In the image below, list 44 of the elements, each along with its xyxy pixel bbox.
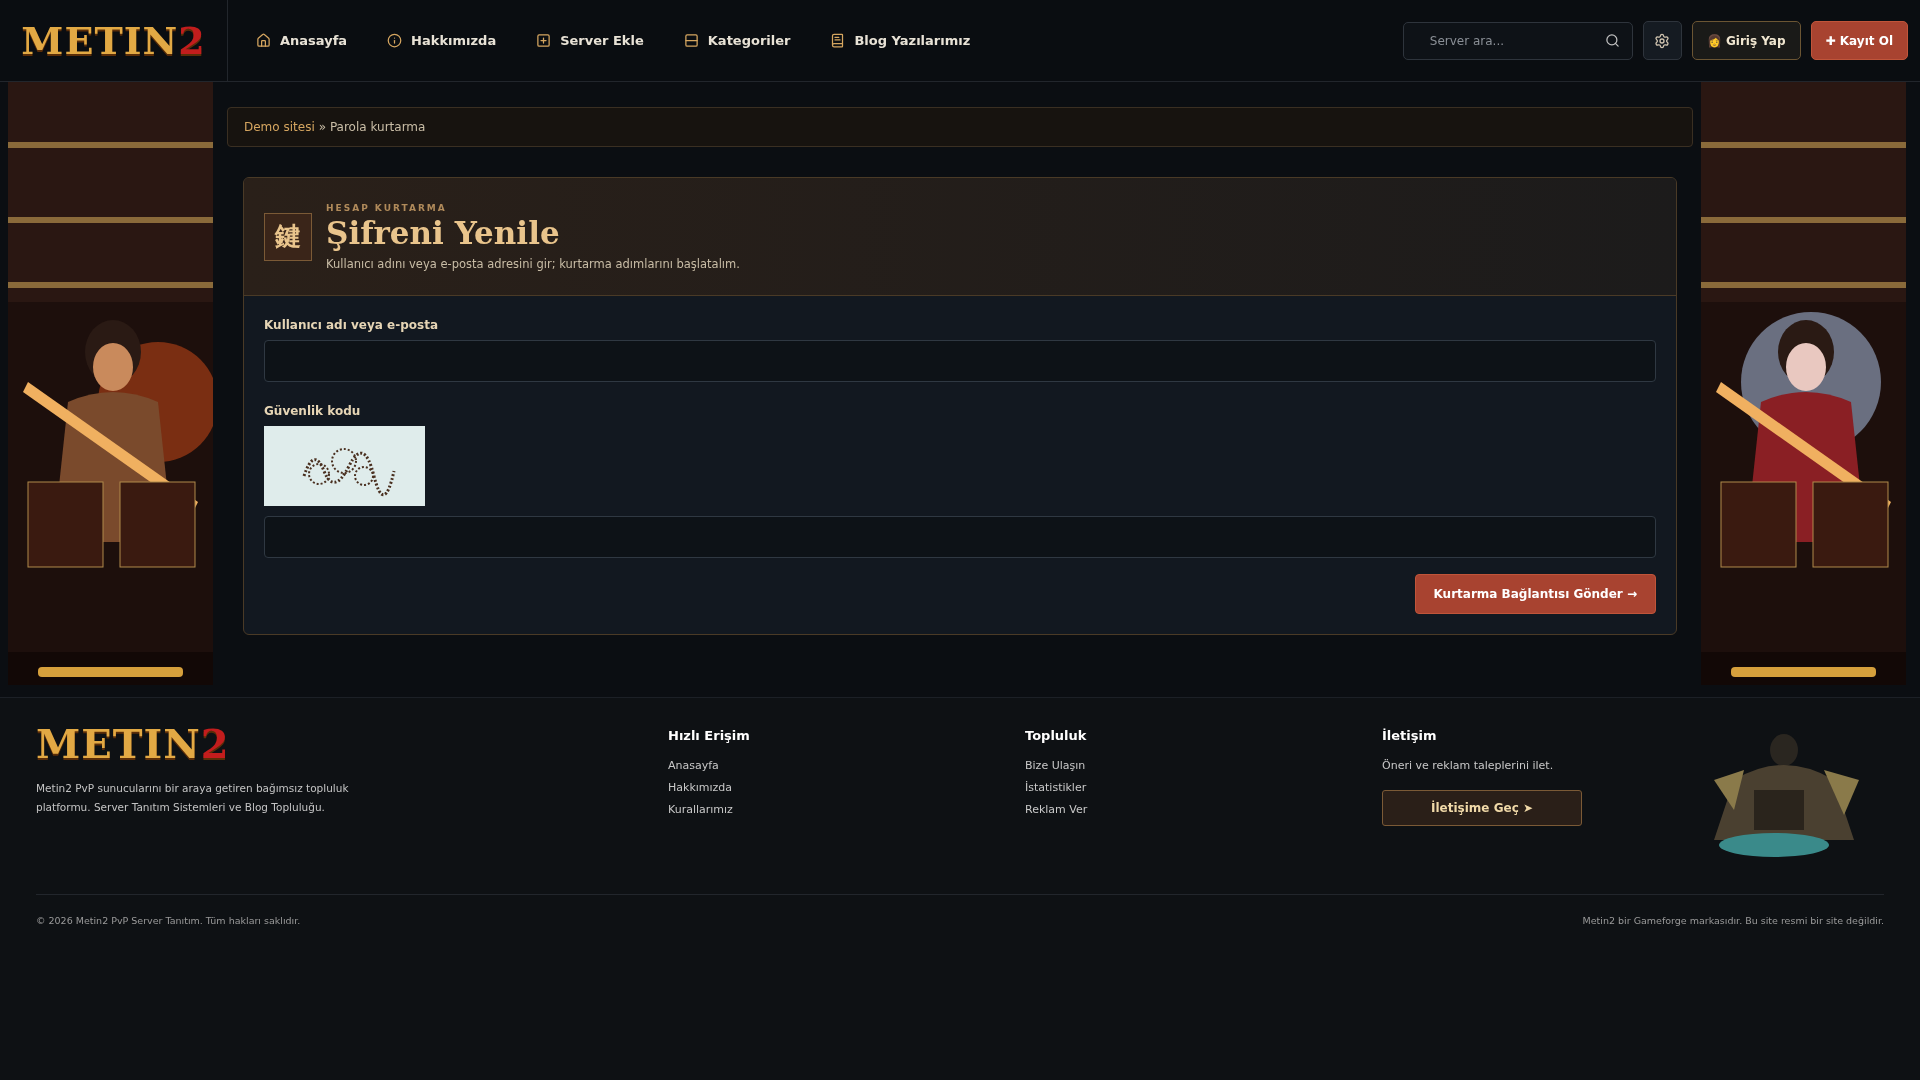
footer-heading: Topluluk: [1025, 728, 1088, 743]
footer-heading: Hızlı Erişim: [668, 728, 751, 743]
page-subtitle: Kullanıcı adını veya e-posta adresini gir; kurtarma adımlarını başlatalım.: [326, 256, 740, 271]
input-field[interactable]: [264, 516, 1656, 558]
home-icon: [256, 33, 271, 48]
nav-link[interactable]: Server Ekle: [536, 33, 644, 48]
contact-text: Öneri ve reklam taleplerini ilet.: [1382, 759, 1555, 772]
search-field[interactable]: Server ara...: [1402, 21, 1633, 60]
nav-link[interactable]: Anasayfa: [256, 33, 348, 48]
settings-button[interactable]: [1642, 21, 1682, 60]
nav-link[interactable]: Blog Yazılarımız: [830, 33, 971, 48]
field-label: Kullanıcı adı veya e-posta: [264, 318, 439, 332]
field-label: Güvenlik kodu: [264, 404, 362, 418]
info-icon: [387, 33, 403, 48]
disclaimer-text: Metin2 bir Gameforge markasıdır. Bu site resmi bir site değildir.: [1582, 915, 1884, 926]
eyebrow-label: HESAP KURTARMA: [326, 202, 448, 213]
search-icon: [1604, 33, 1620, 48]
page-title: Şifreni Yenile: [326, 214, 561, 251]
book-icon: [830, 33, 846, 48]
rows-icon: [683, 33, 699, 48]
footer-link[interactable]: İstatistikler: [1025, 781, 1382, 794]
footer-link[interactable]: Kurallarımız: [668, 803, 1025, 816]
nav-link[interactable]: Hakkımızda: [387, 33, 497, 48]
footer-link[interactable]: Hakkımızda: [668, 781, 1025, 794]
footer-logo: METIN2: [36, 720, 231, 767]
site-logo[interactable]: METIN2: [21, 18, 206, 63]
footer-link[interactable]: Reklam Ver: [1025, 803, 1382, 816]
footer-link[interactable]: Bize Ulaşın: [1025, 759, 1382, 772]
breadcrumb-current: » Parola kurtarma: [318, 120, 426, 134]
key-badge: 鍵: [264, 212, 312, 261]
contact-button[interactable]: İletişime Geç ➤: [1382, 790, 1582, 826]
search-input[interactable]: Server ara...: [1427, 32, 1605, 49]
copyright-text: © 2026 Metin2 PvP Server Tanıtım. Tüm hakları saklıdır.: [36, 915, 301, 926]
register-button[interactable]: ✚ Kayıt Ol: [1810, 21, 1908, 60]
nav-link[interactable]: Kategoriler: [683, 33, 791, 48]
breadcrumb-link[interactable]: Demo sitesi: [244, 120, 315, 134]
footer-link[interactable]: Anasayfa: [668, 759, 1025, 772]
footer-heading: İletişim: [1382, 728, 1438, 743]
settings-icon: [1654, 32, 1671, 49]
submit-button[interactable]: Kurtarma Bağlantısı Gönder →: [1414, 574, 1656, 614]
footer-description: Metin2 PvP sunucularını bir araya getiren bağımsız topluluk platformu. Server Tanıtım Sistemleri ve Blog Topluluğu.: [36, 781, 350, 815]
input-field[interactable]: [264, 340, 1656, 382]
login-button[interactable]: 👩 Giriş Yap: [1691, 21, 1801, 60]
plus-square-icon: [536, 33, 552, 48]
